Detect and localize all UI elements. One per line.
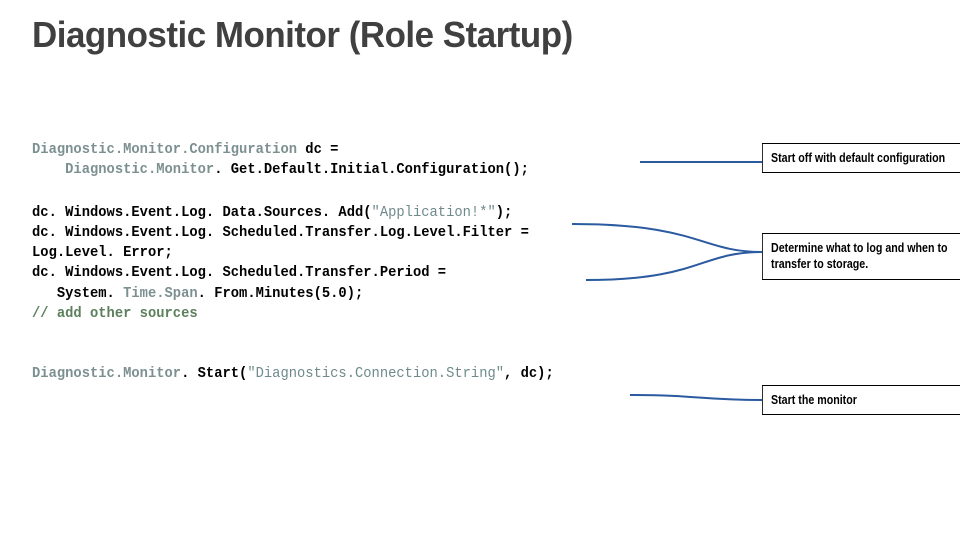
callout-start-monitor: Start the monitor — [762, 385, 960, 415]
code-token: , dc); — [504, 365, 554, 382]
code-comment: // add other sources — [32, 305, 198, 322]
code-token: System. — [32, 285, 123, 302]
code-token: . From.Minutes(5.0); — [198, 285, 364, 302]
connector-line — [630, 395, 762, 400]
code-token: dc. Windows.Event.Log. Scheduled.Transfe… — [32, 224, 529, 241]
code-block-3: Diagnostic.Monitor. Start("Diagnostics.C… — [32, 364, 639, 384]
code-token: dc = — [297, 141, 338, 158]
code-token: "Diagnostics.Connection.String" — [247, 365, 504, 382]
code-token: dc. Windows.Event.Log. Scheduled.Transfe… — [32, 264, 446, 281]
code-token — [32, 161, 65, 178]
code-token: "Application!*" — [372, 204, 496, 221]
code-token: . Start( — [181, 365, 247, 382]
code-container: Diagnostic.Monitor.Configuration dc = Di… — [32, 140, 639, 384]
code-token: dc. Windows.Event.Log. Data.Sources. Add… — [32, 204, 372, 221]
code-token: ); — [496, 204, 513, 221]
code-token: Log.Level. Error; — [32, 244, 173, 261]
code-token: Diagnostic.Monitor — [32, 365, 181, 382]
code-block-1: Diagnostic.Monitor.Configuration dc = Di… — [32, 140, 639, 181]
code-token: Time.Span — [123, 285, 198, 302]
code-token: Diagnostic.Monitor — [65, 161, 214, 178]
callout-default-config: Start off with default configuration — [762, 143, 960, 173]
code-token: Diagnostic.Monitor.Configuration — [32, 141, 297, 158]
callout-log-settings: Determine what to log and when to transf… — [762, 233, 960, 280]
code-block-2: dc. Windows.Event.Log. Data.Sources. Add… — [32, 203, 639, 325]
code-token: . Get.Default.Initial.Configuration(); — [214, 161, 529, 178]
slide-title: Diagnostic Monitor (Role Startup) — [32, 14, 573, 56]
